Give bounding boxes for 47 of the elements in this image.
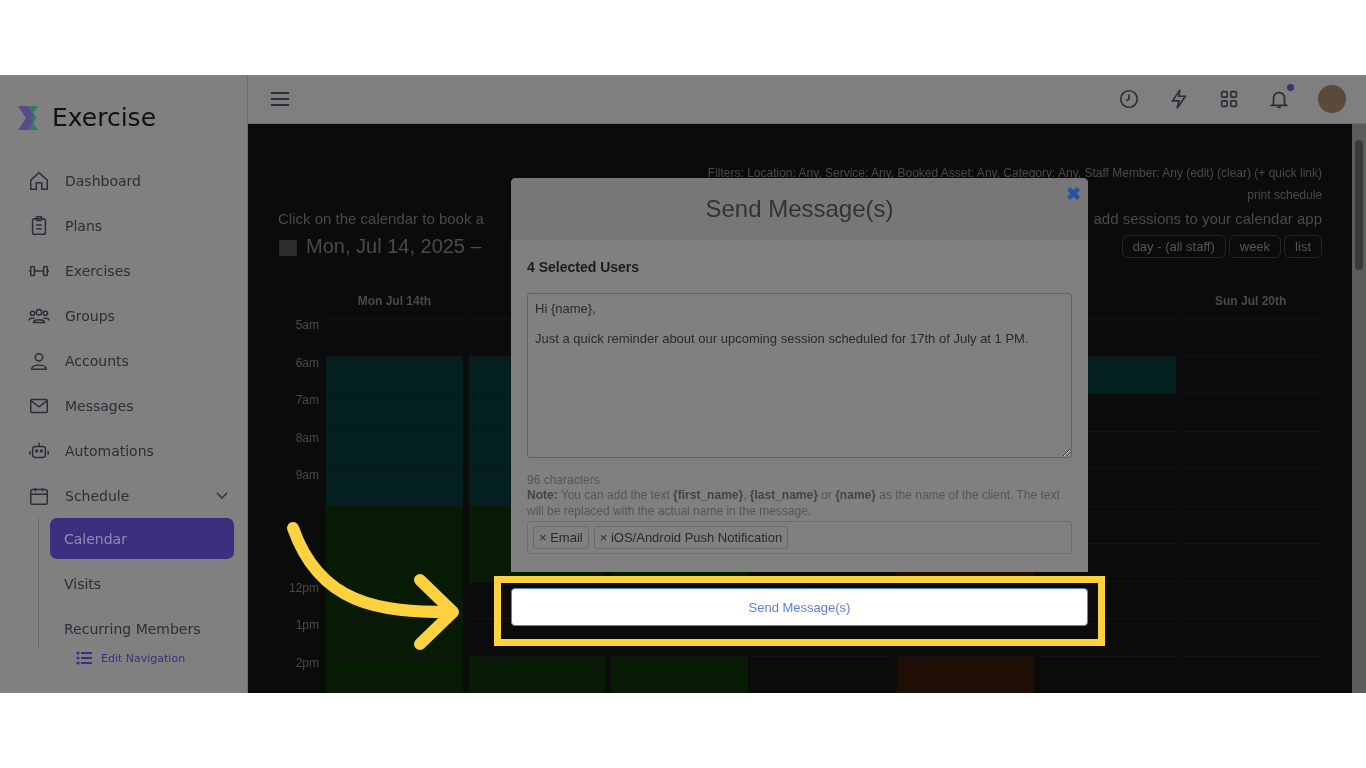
sidebar-subitem[interactable]: Calendar (50, 518, 234, 559)
channel-tag: × Email (533, 526, 589, 549)
channel-field[interactable]: × Email × iOS/Android Push Notification (527, 521, 1072, 554)
home-icon (28, 169, 50, 192)
app-name: Exercise (52, 103, 157, 132)
menu-icon[interactable] (271, 92, 289, 106)
selected-users-count: 4 Selected Users (527, 259, 641, 275)
sidebar-item[interactable]: Accounts (16, 338, 232, 383)
time-label: 7am (295, 393, 319, 409)
sidebar-item[interactable]: Schedule (16, 473, 232, 518)
calendar-hint: Click on the calendar to book a (278, 210, 484, 227)
print-schedule-link[interactable]: print schedule (1247, 188, 1322, 202)
avatar[interactable] (1318, 85, 1346, 113)
message-field[interactable]: Hi {name}, Just a quick reminder about our upcoming session scheduled for 17th of July at 1 PM. (527, 293, 1072, 458)
time-label: 1pm (295, 618, 319, 634)
sidebar-item[interactable]: Dashboard (16, 158, 232, 203)
view-tab[interactable]: list (1284, 235, 1322, 258)
time-label: 8am (295, 430, 319, 447)
send-messages-button[interactable]: Send Message(s) (511, 588, 1088, 626)
date-range: Mon, Jul 14, 2025 – (306, 235, 482, 258)
subscribe-link[interactable]: add sessions to your calendar app (1093, 210, 1322, 227)
time-label: 6am (295, 355, 319, 372)
grid-icon[interactable] (1218, 88, 1240, 110)
list-icon (76, 651, 92, 665)
day-header: Mon Jul 14th (357, 294, 432, 308)
calendar-event[interactable] (326, 618, 463, 656)
time-label: 2pm (295, 655, 319, 672)
view-tab[interactable]: day - (all staff) (1121, 235, 1226, 258)
sidebar-subitem[interactable]: Recurring Members (50, 608, 234, 649)
scrollbar[interactable] (1352, 124, 1366, 693)
lightning-icon[interactable] (1168, 88, 1190, 110)
sidebar-item[interactable]: Plans (16, 203, 232, 248)
time-label: 5am (295, 318, 319, 334)
clock-icon[interactable] (1118, 88, 1140, 110)
sidebar-subitem[interactable]: Visits (50, 563, 234, 604)
channel-tag: × iOS/Android Push Notification (593, 526, 789, 549)
edit-navigation-link[interactable]: Edit Navigation (101, 651, 186, 665)
time-label: 9am (295, 468, 319, 484)
view-tab[interactable]: week (1228, 235, 1282, 258)
sidebar-item[interactable]: Exercises (16, 248, 232, 293)
sidebar-item[interactable]: Groups (16, 293, 232, 338)
calendar-event[interactable] (326, 543, 463, 581)
time-label: 12pm (288, 580, 319, 597)
sidebar-item[interactable]: Automations (16, 428, 232, 473)
sidebar-item[interactable]: Messages (16, 383, 232, 428)
day-header: Sun Jul 20th (1215, 294, 1287, 308)
modal-title: Send Message(s) (705, 195, 894, 223)
